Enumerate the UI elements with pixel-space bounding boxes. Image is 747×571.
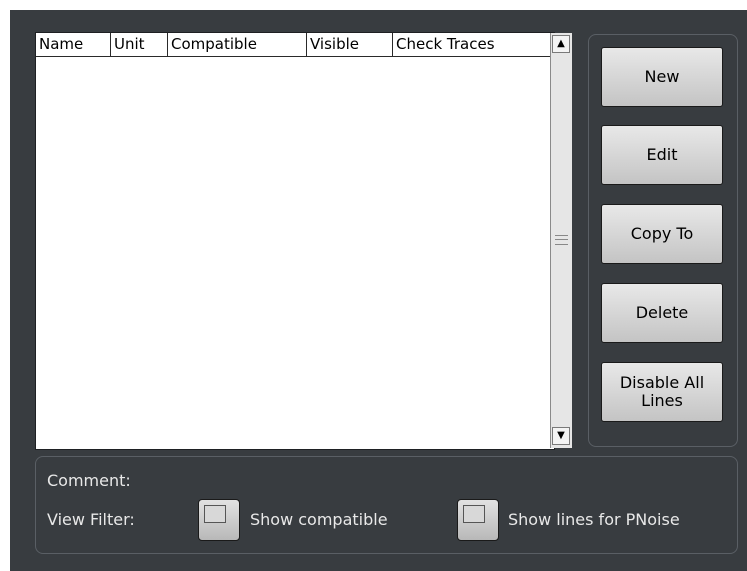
comment-label: Comment: <box>47 471 131 490</box>
column-header-visible[interactable]: Visible <box>307 33 393 56</box>
action-button-panel: New Edit Copy To Delete Disable All Line… <box>588 34 738 447</box>
table-header: Name Unit Compatible Visible Check Trace… <box>36 33 550 57</box>
view-filter-label: View Filter: <box>47 510 135 529</box>
lines-table[interactable]: Name Unit Compatible Visible Check Trace… <box>35 32 572 450</box>
delete-button[interactable]: Delete <box>601 283 723 343</box>
disable-all-lines-button[interactable]: Disable All Lines <box>601 362 723 422</box>
scroll-grip-icon[interactable] <box>555 235 568 245</box>
column-header-check-traces[interactable]: Check Traces <box>393 33 550 56</box>
filter-panel: Comment: View Filter: Show compatible Sh… <box>35 456 738 554</box>
scroll-up-button[interactable]: ▲ <box>552 35 570 53</box>
limit-lines-dialog: Name Unit Compatible Visible Check Trace… <box>10 10 747 571</box>
column-header-compatible[interactable]: Compatible <box>168 33 307 56</box>
table-scrollbar[interactable]: ▲ ▼ <box>550 33 572 448</box>
column-header-unit[interactable]: Unit <box>111 33 168 56</box>
show-compatible-label[interactable]: Show compatible <box>250 510 388 529</box>
show-pnoise-checkbox[interactable] <box>457 499 499 541</box>
new-button[interactable]: New <box>601 47 723 107</box>
edit-button[interactable]: Edit <box>601 125 723 185</box>
show-pnoise-label[interactable]: Show lines for PNoise <box>508 510 680 529</box>
copy-to-button[interactable]: Copy To <box>601 204 723 264</box>
show-compatible-checkbox[interactable] <box>198 499 240 541</box>
scroll-down-button[interactable]: ▼ <box>552 427 570 445</box>
column-header-name[interactable]: Name <box>36 33 111 56</box>
